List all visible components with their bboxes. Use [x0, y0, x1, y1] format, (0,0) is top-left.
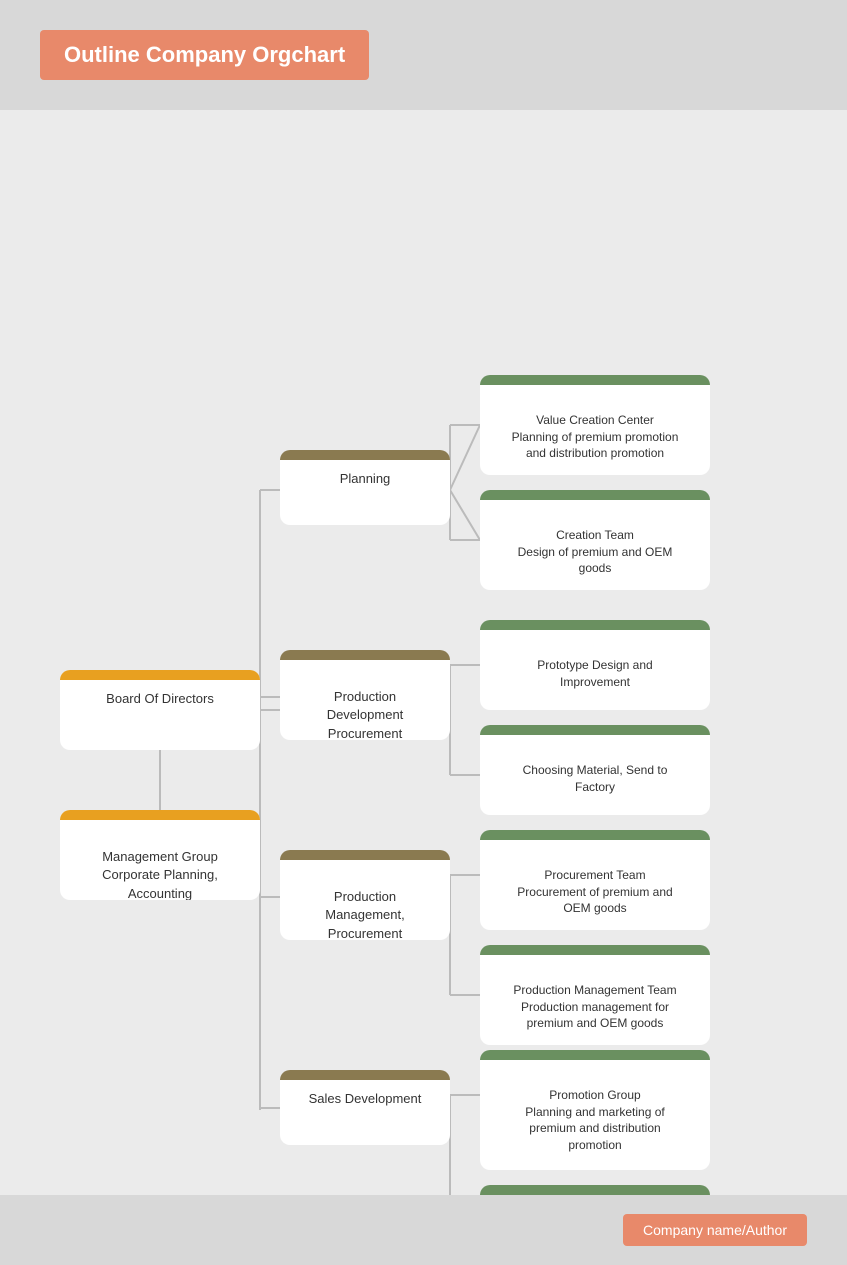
planning-node: Planning [280, 450, 450, 525]
sales-bar [280, 1070, 450, 1080]
prod-mgmt-team-node: Production Management TeamProduction man… [480, 945, 710, 1045]
material-bar [480, 725, 710, 735]
prod-mgmt-team-bar [480, 945, 710, 955]
promotion-bar [480, 1050, 710, 1060]
planning-label: Planning [340, 471, 391, 486]
prototype-node: Prototype Design andImprovement [480, 620, 710, 710]
board-bar [60, 670, 260, 680]
promotion-label: Promotion GroupPlanning and marketing of… [525, 1088, 664, 1152]
prod-dev-node: ProductionDevelopmentProcurement [280, 650, 450, 740]
prod-mgmt-team-label: Production Management TeamProduction man… [513, 983, 676, 1031]
prod-mgmt-label: ProductionManagement,Procurement [325, 889, 405, 940]
creation-team-node: Creation TeamDesign of premium and OEMgo… [480, 490, 710, 590]
promotion-node: Promotion GroupPlanning and marketing of… [480, 1050, 710, 1170]
material-label: Choosing Material, Send toFactory [523, 763, 668, 794]
prod-dev-label: ProductionDevelopmentProcurement [327, 689, 404, 740]
prod-mgmt-bar [280, 850, 450, 860]
page: Outline Company Orgchart [0, 0, 847, 1265]
sales-label: Sales Development [309, 1091, 422, 1106]
creation-label: Creation TeamDesign of premium and OEMgo… [518, 528, 673, 576]
material-node: Choosing Material, Send toFactory [480, 725, 710, 815]
value-bar [480, 375, 710, 385]
product-planning-bar [480, 1185, 710, 1195]
procurement-bar [480, 830, 710, 840]
board-label: Board Of Directors [106, 691, 214, 706]
prod-mgmt-node: ProductionManagement,Procurement [280, 850, 450, 940]
main-content: Board Of Directors Management GroupCorpo… [0, 220, 847, 1265]
management-bar [60, 810, 260, 820]
creation-bar [480, 490, 710, 500]
footer: Company name/Author [0, 1195, 847, 1265]
procurement-team-node: Procurement TeamProcurement of premium a… [480, 830, 710, 930]
procurement-label: Procurement TeamProcurement of premium a… [517, 868, 672, 916]
planning-bar [280, 450, 450, 460]
value-label: Value Creation CenterPlanning of premium… [512, 413, 679, 461]
page-title: Outline Company Orgchart [40, 30, 369, 80]
header: Outline Company Orgchart [0, 0, 847, 110]
footer-label: Company name/Author [623, 1214, 807, 1246]
prototype-bar [480, 620, 710, 630]
board-node: Board Of Directors [60, 670, 260, 750]
management-node: Management GroupCorporate Planning,Accou… [60, 810, 260, 900]
prototype-label: Prototype Design andImprovement [537, 658, 652, 689]
sales-node: Sales Development [280, 1070, 450, 1145]
value-creation-node: Value Creation CenterPlanning of premium… [480, 375, 710, 475]
prod-dev-bar [280, 650, 450, 660]
management-label: Management GroupCorporate Planning,Accou… [102, 849, 218, 900]
